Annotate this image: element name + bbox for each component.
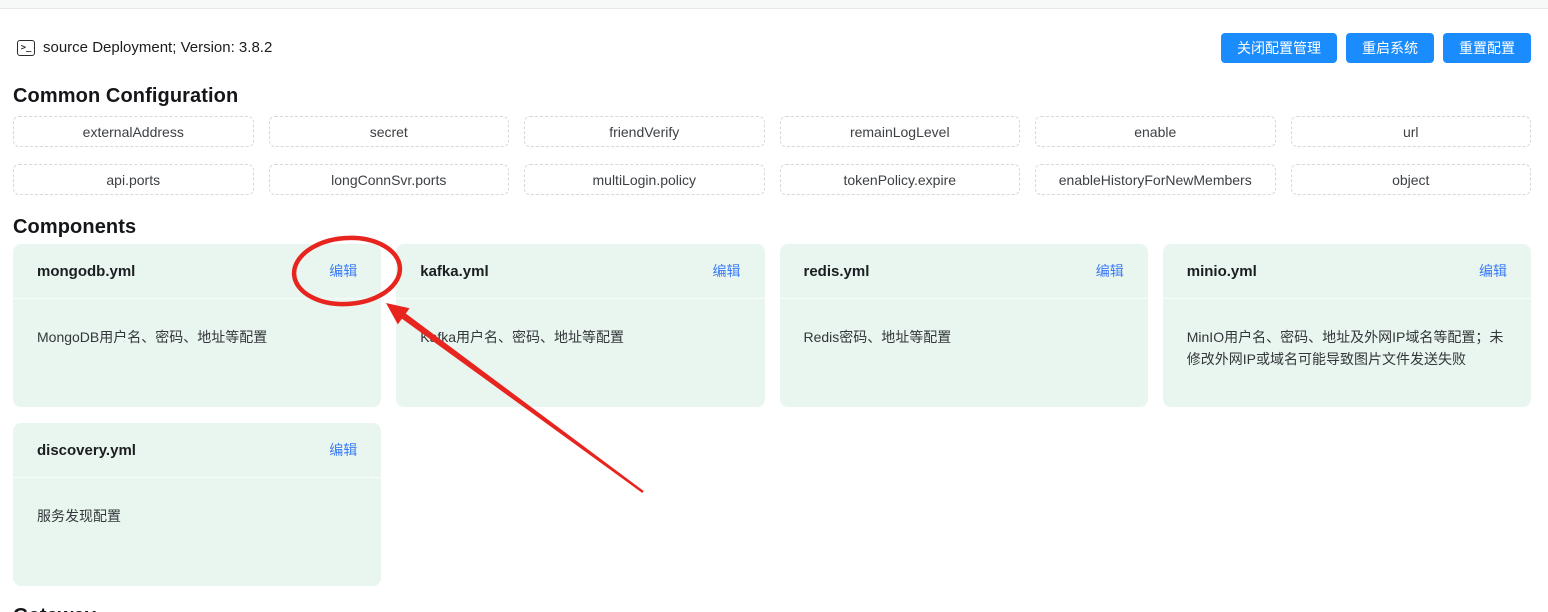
- restart-system-button[interactable]: 重启系统: [1346, 33, 1434, 63]
- card-discovery-description: 服务发现配置: [13, 478, 381, 527]
- config-item-enable[interactable]: enable: [1035, 116, 1276, 147]
- config-item-object[interactable]: object: [1291, 164, 1532, 195]
- minio-edit-link[interactable]: 编辑: [1479, 261, 1507, 281]
- card-kafka-description: Kafka用户名、密码、地址等配置: [396, 299, 764, 348]
- card-mongodb: mongodb.yml 编辑 MongoDB用户名、密码、地址等配置: [13, 244, 381, 407]
- card-redis-header: redis.yml 编辑: [780, 244, 1148, 299]
- terminal-icon: >_: [17, 40, 35, 56]
- components-grid: mongodb.yml 编辑 MongoDB用户名、密码、地址等配置 kafka…: [13, 244, 1531, 586]
- config-item-enableHistoryForNewMembers[interactable]: enableHistoryForNewMembers: [1035, 164, 1276, 195]
- card-redis: redis.yml 编辑 Redis密码、地址等配置: [780, 244, 1148, 407]
- common-configuration-grid: externalAddress secret friendVerify rema…: [13, 116, 1531, 195]
- deployment-info: >_ source Deployment; Version: 3.8.2: [17, 39, 272, 56]
- card-kafka: kafka.yml 编辑 Kafka用户名、密码、地址等配置: [396, 244, 764, 407]
- card-kafka-header: kafka.yml 编辑: [396, 244, 764, 299]
- close-config-management-button[interactable]: 关闭配置管理: [1221, 33, 1337, 63]
- card-mongodb-description: MongoDB用户名、密码、地址等配置: [13, 299, 381, 348]
- config-item-api-ports[interactable]: api.ports: [13, 164, 254, 195]
- config-item-secret[interactable]: secret: [269, 116, 510, 147]
- config-item-multiLogin-policy[interactable]: multiLogin.policy: [524, 164, 765, 195]
- top-strip: [0, 0, 1548, 9]
- card-discovery-header: discovery.yml 编辑: [13, 423, 381, 478]
- main-content: Common Configuration externalAddress sec…: [0, 85, 1548, 612]
- card-redis-description: Redis密码、地址等配置: [780, 299, 1148, 348]
- reset-config-button[interactable]: 重置配置: [1443, 33, 1531, 63]
- page-header: >_ source Deployment; Version: 3.8.2 关闭配…: [0, 32, 1548, 63]
- card-discovery: discovery.yml 编辑 服务发现配置: [13, 423, 381, 586]
- config-item-externalAddress[interactable]: externalAddress: [13, 116, 254, 147]
- gateway-heading: Gateway: [13, 605, 1531, 612]
- components-heading: Components: [13, 216, 1531, 239]
- kafka-edit-link[interactable]: 编辑: [713, 261, 741, 281]
- config-item-remainLogLevel[interactable]: remainLogLevel: [780, 116, 1021, 147]
- deployment-title: source Deployment; Version: 3.8.2: [43, 39, 272, 56]
- card-mongodb-title: mongodb.yml: [37, 263, 135, 280]
- config-item-tokenPolicy-expire[interactable]: tokenPolicy.expire: [780, 164, 1021, 195]
- card-minio: minio.yml 编辑 MinIO用户名、密码、地址及外网IP域名等配置；未修…: [1163, 244, 1531, 407]
- card-mongodb-header: mongodb.yml 编辑: [13, 244, 381, 299]
- config-item-friendVerify[interactable]: friendVerify: [524, 116, 765, 147]
- config-item-url[interactable]: url: [1291, 116, 1532, 147]
- card-redis-title: redis.yml: [804, 263, 870, 280]
- card-minio-title: minio.yml: [1187, 263, 1257, 280]
- card-discovery-title: discovery.yml: [37, 442, 136, 459]
- card-kafka-title: kafka.yml: [420, 263, 488, 280]
- discovery-edit-link[interactable]: 编辑: [329, 440, 357, 460]
- common-configuration-heading: Common Configuration: [13, 85, 1531, 108]
- mongodb-edit-link[interactable]: 编辑: [329, 261, 357, 281]
- header-actions: 关闭配置管理 重启系统 重置配置: [1221, 33, 1531, 63]
- redis-edit-link[interactable]: 编辑: [1096, 261, 1124, 281]
- config-item-longConnSvr-ports[interactable]: longConnSvr.ports: [269, 164, 510, 195]
- card-minio-description: MinIO用户名、密码、地址及外网IP域名等配置；未修改外网IP或域名可能导致图…: [1163, 299, 1531, 370]
- card-minio-header: minio.yml 编辑: [1163, 244, 1531, 299]
